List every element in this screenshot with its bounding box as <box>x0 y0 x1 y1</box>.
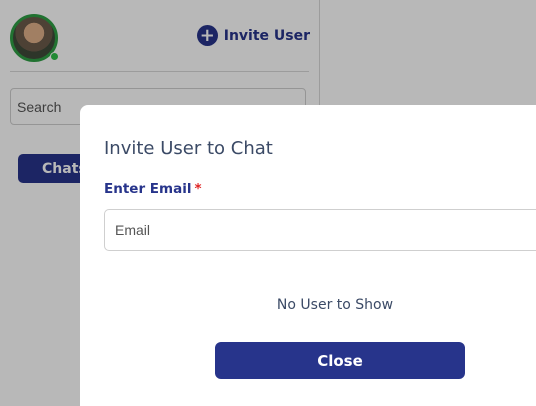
close-button[interactable]: Close <box>215 342 465 379</box>
required-indicator: * <box>194 181 202 197</box>
empty-state-message: No User to Show <box>276 297 394 313</box>
email-field[interactable] <box>104 209 536 251</box>
email-field-label: Enter Email * <box>104 181 202 197</box>
email-label-text: Enter Email <box>104 181 192 197</box>
invite-user-modal: Invite User to Chat Enter Email* No User… <box>80 105 536 406</box>
modal-title: Invite User to Chat <box>104 138 273 159</box>
